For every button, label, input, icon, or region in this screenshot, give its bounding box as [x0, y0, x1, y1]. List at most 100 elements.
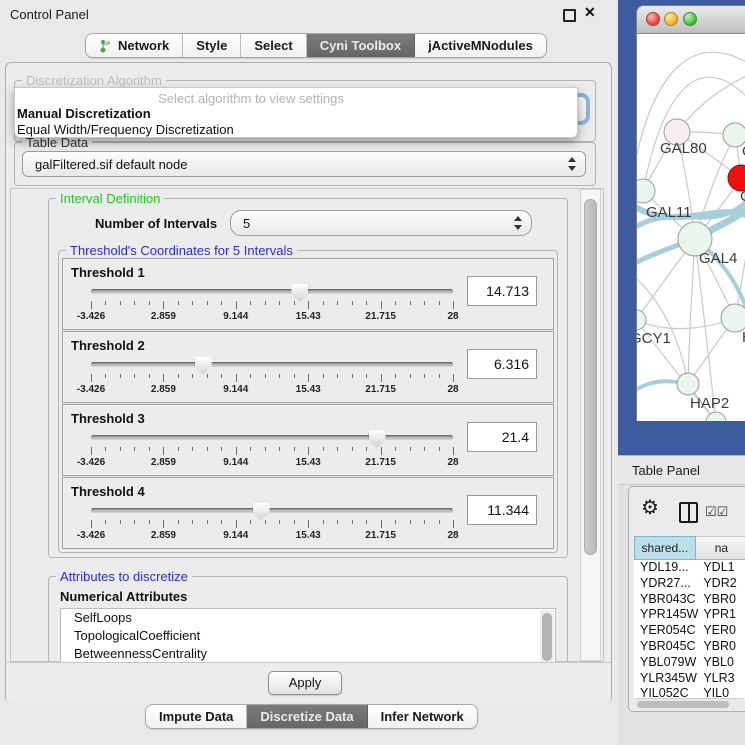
- attribute-item-selfloops[interactable]: SelfLoops: [61, 609, 555, 627]
- tab-label: Cyni Toolbox: [320, 38, 401, 53]
- network-edge[interactable]: [637, 318, 735, 329]
- table-scrollbar-thumb[interactable]: [637, 701, 729, 708]
- window-close-button[interactable]: [646, 12, 660, 26]
- table-row[interactable]: YIL052CYIL0: [634, 686, 745, 698]
- table-cell: YBR0: [698, 592, 745, 608]
- tick-mark: [221, 301, 222, 305]
- tick-mark: [279, 447, 280, 451]
- table-row[interactable]: YLR345WYLR3: [634, 671, 745, 687]
- algorithm-option-equal-width-frequency-discretization[interactable]: Equal Width/Frequency Discretization: [15, 122, 577, 138]
- tick-mark: [149, 447, 150, 451]
- tick-mark: [323, 520, 324, 524]
- columns-icon[interactable]: [679, 502, 698, 523]
- tick-mark: [192, 520, 193, 524]
- app-root: Control Panel ✕ NetworkStyleSelectCyni T…: [0, 0, 745, 745]
- gcy1-node[interactable]: [637, 310, 646, 330]
- table-data-select[interactable]: galFiltered.sif default node: [22, 151, 586, 177]
- threshold-list: Threshold 1-3.4262.8599.14415.4321.71528…: [62, 258, 554, 550]
- tick-mark: [250, 374, 251, 378]
- tab-select[interactable]: Select: [241, 34, 306, 57]
- tick-mark: [149, 301, 150, 305]
- table-row[interactable]: YER054CYER0: [634, 623, 745, 639]
- table-row[interactable]: YBR045CYBR0: [634, 639, 745, 655]
- tick-mark: [337, 520, 338, 524]
- threshold-slider[interactable]: -3.4262.8599.14415.4321.71528: [91, 503, 453, 543]
- attributes-scrollbar-thumb[interactable]: [542, 613, 552, 661]
- slider-ticks: [91, 374, 453, 383]
- threshold-slider[interactable]: -3.4262.8599.14415.4321.71528: [91, 357, 453, 397]
- combo-arrows-icon: [513, 216, 522, 230]
- threshold-value-field[interactable]: 21.4: [467, 422, 537, 452]
- tab-jactivemnodules[interactable]: jActiveMNodules: [415, 34, 546, 57]
- slider-knob[interactable]: [291, 284, 308, 302]
- window-zoom-button[interactable]: [683, 12, 697, 26]
- number-of-intervals-label: Number of Intervals: [95, 216, 217, 231]
- threshold-label: Threshold 2: [71, 338, 145, 353]
- table-cell: YIL052C: [634, 686, 698, 698]
- tick-mark: [250, 520, 251, 524]
- hap2-node[interactable]: [677, 373, 699, 395]
- threshold-slider[interactable]: -3.4262.8599.14415.4321.71528: [91, 284, 453, 324]
- slider-track[interactable]: [91, 508, 453, 513]
- tab-style[interactable]: Style: [183, 34, 241, 57]
- select-columns-checkboxes-icon[interactable]: ☑☑: [705, 504, 728, 520]
- number-of-intervals-select[interactable]: 5: [230, 210, 532, 236]
- tab-infer-network[interactable]: Infer Network: [368, 705, 477, 728]
- threshold-value-field[interactable]: 11.344: [467, 495, 537, 525]
- table-row[interactable]: YPR145WYPR1: [634, 607, 745, 623]
- table-row[interactable]: YDL19...YDL1: [634, 560, 745, 576]
- attribute-item-betweennesscentrality[interactable]: BetweennessCentrality: [61, 645, 555, 663]
- slider-track[interactable]: [91, 362, 453, 367]
- tab-cyni-toolbox[interactable]: Cyni Toolbox: [307, 34, 415, 57]
- tick-mark: [337, 374, 338, 378]
- float-window-icon[interactable]: [563, 9, 576, 22]
- slider-knob[interactable]: [369, 430, 386, 448]
- tick-mark: [294, 301, 295, 305]
- slider-track[interactable]: [91, 289, 453, 294]
- network-canvas[interactable]: GAL80GCGAL11GAL4GCY1HHAP2: [637, 34, 745, 421]
- attribute-item-topologicalcoefficient[interactable]: TopologicalCoefficient: [61, 627, 555, 645]
- close-icon[interactable]: ✕: [584, 4, 596, 21]
- tick-mark: [352, 520, 353, 524]
- tick-mark: [410, 520, 411, 524]
- tick-mark: [439, 520, 440, 524]
- slider-track[interactable]: [91, 435, 453, 440]
- threshold-value-field[interactable]: 6.316: [467, 349, 537, 379]
- apply-button[interactable]: Apply: [268, 671, 342, 695]
- table-row[interactable]: YDR27...YDR2: [634, 576, 745, 592]
- tab-network[interactable]: Network: [86, 34, 183, 57]
- network-window-titlebar[interactable]: [637, 6, 745, 34]
- panel-scrollbar-thumb[interactable]: [584, 199, 597, 555]
- threshold-slider[interactable]: -3.4262.8599.14415.4321.71528: [91, 430, 453, 470]
- number-of-intervals-value: 5: [231, 216, 513, 231]
- slider-knob[interactable]: [253, 503, 270, 521]
- tick-mark: [366, 374, 367, 378]
- tick-mark: [149, 374, 150, 378]
- table-horizontal-scrollbar[interactable]: [635, 698, 744, 710]
- threshold-value-field[interactable]: 14.713: [467, 276, 537, 306]
- gear-icon[interactable]: ⚙: [641, 498, 659, 518]
- tick-mark: [395, 301, 396, 305]
- slider-knob[interactable]: [195, 357, 212, 375]
- column-header-shared-[interactable]: shared...: [634, 536, 696, 560]
- slider-tick-label: -3.426: [77, 457, 105, 468]
- tick-mark: [178, 447, 179, 451]
- tick-mark: [236, 301, 237, 309]
- table-row[interactable]: YBR043CYBR0: [634, 592, 745, 608]
- window-minimize-button[interactable]: [664, 12, 678, 26]
- slider-tick-label: 21.715: [365, 384, 396, 395]
- right-node[interactable]: [721, 304, 745, 332]
- table-cell: YLR3: [698, 671, 745, 687]
- panel-scrollbar[interactable]: [580, 189, 601, 661]
- network-edge[interactable]: [688, 239, 695, 384]
- table-rows: YDL19...YDL1YDR27...YDR2YBR043CYBR0YPR14…: [634, 560, 745, 698]
- tab-impute-data[interactable]: Impute Data: [146, 705, 247, 728]
- tick-mark: [163, 447, 164, 455]
- algorithm-placeholder-option[interactable]: Select algorithm to view settings: [15, 91, 577, 106]
- slider-tick-label: 15.43: [296, 530, 321, 541]
- tick-mark: [221, 447, 222, 451]
- column-header-na[interactable]: na: [696, 536, 745, 560]
- tab-discretize-data[interactable]: Discretize Data: [247, 705, 367, 728]
- algorithm-option-manual-discretization[interactable]: Manual Discretization: [15, 106, 577, 122]
- table-row[interactable]: YBL079WYBL0: [634, 655, 745, 671]
